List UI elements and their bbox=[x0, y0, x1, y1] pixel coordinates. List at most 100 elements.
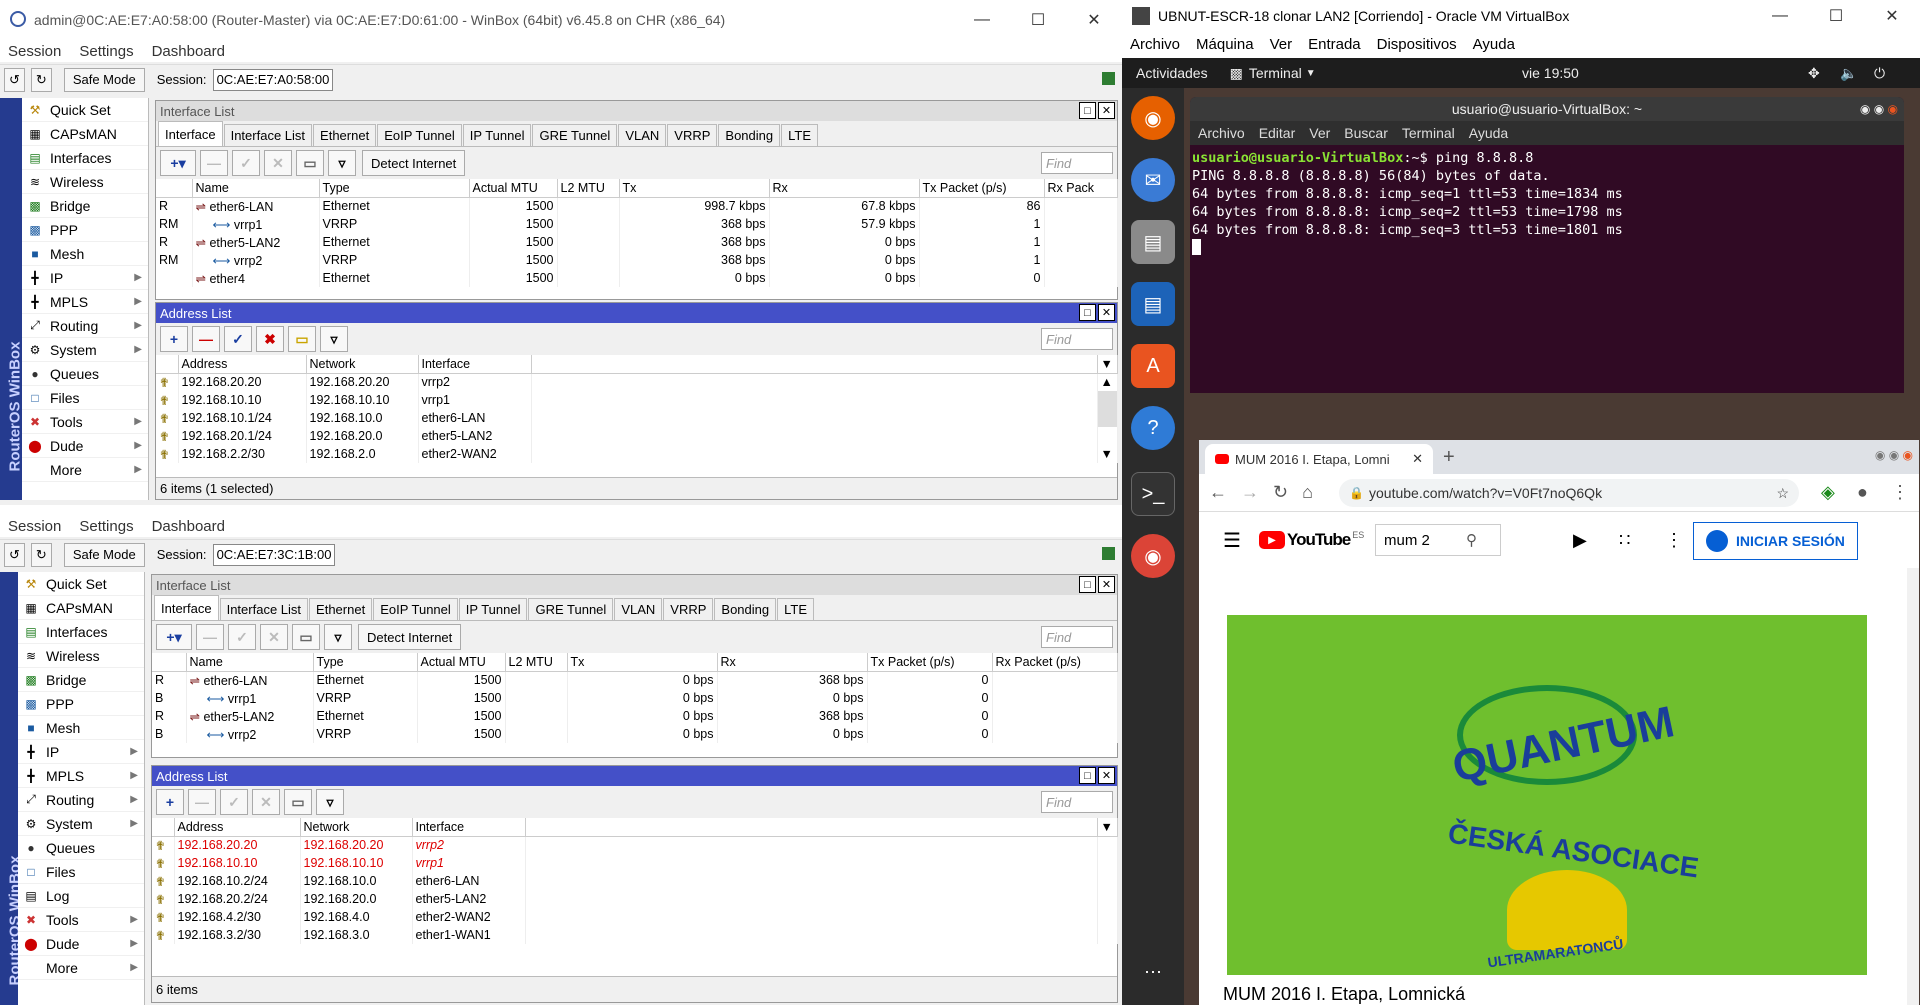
nav-mpls[interactable]: ╋ MPLS ▶ bbox=[18, 764, 144, 788]
nav-system[interactable]: ⚙ System ▶ bbox=[18, 812, 144, 836]
col-network[interactable]: Network bbox=[306, 355, 419, 374]
col-interface[interactable]: Interface bbox=[412, 818, 526, 837]
nav-ppp[interactable]: ▩ PPP bbox=[18, 692, 144, 716]
tab-interface-list[interactable]: Interface List bbox=[223, 124, 313, 146]
close-icon[interactable]: ✕ bbox=[1098, 102, 1115, 119]
filter-icon[interactable]: ▿ bbox=[324, 624, 352, 650]
menu-session[interactable]: Session bbox=[8, 43, 61, 60]
col-l2-mtu[interactable]: L2 MTU bbox=[557, 179, 620, 198]
sign-in-button[interactable]: INICIAR SESIÓN bbox=[1693, 522, 1858, 560]
tab-vrrp[interactable]: VRRP bbox=[663, 598, 714, 620]
profile-icon[interactable]: ● bbox=[1857, 482, 1868, 503]
col-type[interactable]: Type bbox=[319, 179, 470, 198]
nav-files[interactable]: □ Files bbox=[22, 386, 148, 410]
filter-icon[interactable]: ▿ bbox=[328, 150, 356, 176]
find-input[interactable]: Find bbox=[1041, 626, 1113, 648]
bookmark-star-icon[interactable]: ☆ bbox=[1776, 485, 1789, 502]
col-tx-packet[interactable]: Tx Packet (p/s) bbox=[919, 179, 1045, 198]
vbox-menu-ver[interactable]: Ver bbox=[1270, 36, 1293, 53]
find-input[interactable]: Find bbox=[1041, 152, 1113, 174]
scroll-up-icon[interactable]: ▲ bbox=[1097, 373, 1118, 391]
add-icon[interactable]: + bbox=[156, 789, 184, 815]
nav-ppp[interactable]: ▩ PPP bbox=[22, 218, 148, 242]
reload-icon[interactable]: ↻ bbox=[1273, 482, 1288, 503]
restore-icon[interactable]: □ bbox=[1079, 576, 1096, 593]
table-row[interactable]: ⇌ ether4 Ethernet 1500 0 bps 0 bps 0 bbox=[156, 269, 1118, 287]
table-row[interactable]: ✟ 192.168.20.20 192.168.20.20 vrrp2 bbox=[152, 836, 1118, 854]
menu-dashboard[interactable]: Dashboard bbox=[152, 518, 225, 535]
video-title[interactable]: MUM 2016 I. Etapa, Lomnická bbox=[1223, 984, 1465, 1005]
comment-icon[interactable]: ▭ bbox=[292, 624, 320, 650]
scrollbar[interactable] bbox=[1097, 391, 1118, 409]
close-icon[interactable]: ✕ bbox=[1098, 576, 1115, 593]
chrome-window-controls[interactable]: ◉ ◉ ◉ bbox=[1875, 448, 1913, 462]
nav-quick-set[interactable]: ⚒ Quick Set bbox=[18, 572, 144, 596]
tab-eoip-tunnel[interactable]: EoIP Tunnel bbox=[377, 124, 462, 146]
tab-close-icon[interactable]: ✕ bbox=[1412, 451, 1423, 467]
col-interface[interactable]: Interface bbox=[418, 355, 532, 374]
scroll-down-icon[interactable]: ▼ bbox=[1097, 445, 1118, 463]
enable-check-icon[interactable]: ✓ bbox=[232, 150, 260, 176]
col-address[interactable]: Address bbox=[174, 818, 301, 837]
remove-icon[interactable]: — bbox=[192, 326, 220, 352]
nav-quick-set[interactable]: ⚒ Quick Set bbox=[22, 98, 148, 122]
nav-files[interactable]: □ Files bbox=[18, 860, 144, 884]
terminal-icon[interactable]: >_ bbox=[1131, 472, 1175, 516]
safe-mode-button[interactable]: Safe Mode bbox=[63, 542, 145, 567]
tab-ip-tunnel[interactable]: IP Tunnel bbox=[458, 598, 528, 620]
find-input[interactable]: Find bbox=[1041, 791, 1113, 813]
nav-tools[interactable]: ✖ Tools ▶ bbox=[22, 410, 148, 434]
tab-bonding[interactable]: Bonding bbox=[718, 124, 781, 146]
forward-icon[interactable]: → bbox=[1241, 482, 1259, 503]
undo-button[interactable]: ↺ bbox=[4, 67, 25, 92]
table-row[interactable]: B ⟷ vrrp2 VRRP 1500 0 bps 0 bps 0 bbox=[152, 725, 1118, 743]
tab-lte[interactable]: LTE bbox=[777, 598, 815, 620]
tab-vrrp[interactable]: VRRP bbox=[667, 124, 718, 146]
add-icon[interactable]: +▾ bbox=[160, 150, 196, 176]
table-row[interactable]: R ⇌ ether5-LAN2 Ethernet 1500 368 bps 0 bps 1 bbox=[156, 233, 1118, 251]
close-icon[interactable]: ✕ bbox=[1098, 767, 1115, 784]
tab-bonding[interactable]: Bonding bbox=[714, 598, 777, 620]
chrome-icon[interactable]: ◉ bbox=[1131, 534, 1175, 578]
nav-ip[interactable]: ╋ IP ▶ bbox=[18, 740, 144, 764]
nav-more[interactable]: More ▶ bbox=[22, 458, 148, 482]
tab-gre-tunnel[interactable]: GRE Tunnel bbox=[532, 124, 618, 146]
close-button[interactable]: ✕ bbox=[1066, 0, 1122, 40]
table-row[interactable]: R ⇌ ether6-LAN Ethernet 1500 0 bps 368 bps 0 bbox=[152, 671, 1118, 689]
menu-session[interactable]: Session bbox=[8, 518, 61, 535]
power-icon[interactable]: ⏻ bbox=[1874, 65, 1885, 82]
column-menu-icon[interactable]: ▼ bbox=[1097, 818, 1118, 837]
hamburger-menu-icon[interactable]: ☰ bbox=[1223, 528, 1241, 553]
table-row[interactable]: B ⟷ vrrp1 VRRP 1500 0 bps 0 bps 0 bbox=[152, 689, 1118, 707]
vbox-menu-entrada[interactable]: Entrada bbox=[1308, 36, 1361, 53]
restore-icon[interactable]: □ bbox=[1079, 102, 1096, 119]
enable-check-icon[interactable]: ✓ bbox=[228, 624, 256, 650]
nav-bridge[interactable]: ▩ Bridge bbox=[18, 668, 144, 692]
tab-gre-tunnel[interactable]: GRE Tunnel bbox=[528, 598, 614, 620]
table-row[interactable]: ✟ 192.168.3.2/30 192.168.3.0 ether1-WAN1 bbox=[152, 926, 1118, 944]
col-name[interactable]: Name bbox=[186, 653, 314, 672]
table-row[interactable]: R ⇌ ether5-LAN2 Ethernet 1500 0 bps 368 bps 0 bbox=[152, 707, 1118, 725]
tab-interface[interactable]: Interface bbox=[154, 595, 219, 620]
minimize-button[interactable]: — bbox=[1752, 0, 1808, 32]
youtube-logo[interactable]: ▶ YouTube ES bbox=[1259, 530, 1364, 550]
vbox-menu-ayuda[interactable]: Ayuda bbox=[1473, 36, 1515, 53]
table-row[interactable]: ✟ 192.168.10.1/24 192.168.10.0 ether6-LAN bbox=[156, 409, 1118, 427]
col-rx-packet[interactable]: Rx Pack bbox=[1044, 179, 1118, 198]
table-row[interactable]: R ⇌ ether6-LAN Ethernet 1500 998.7 kbps 67.8 … bbox=[156, 197, 1118, 215]
disable-x-icon[interactable]: ✕ bbox=[252, 789, 280, 815]
chrome-tab[interactable]: MUM 2016 I. Etapa, Lomni ✕ bbox=[1205, 444, 1433, 474]
restore-icon[interactable]: □ bbox=[1079, 304, 1096, 321]
col-type[interactable]: Type bbox=[313, 653, 418, 672]
page-scrollbar[interactable] bbox=[1907, 568, 1919, 1005]
clock[interactable]: vie 19:50 bbox=[1522, 65, 1579, 81]
filter-icon[interactable]: ▿ bbox=[320, 326, 348, 352]
vbox-menu-dispositivos[interactable]: Dispositivos bbox=[1377, 36, 1457, 53]
home-icon[interactable]: ⌂ bbox=[1302, 482, 1313, 503]
nav-more[interactable]: More ▶ bbox=[18, 956, 144, 980]
filter-icon[interactable]: ▿ bbox=[316, 789, 344, 815]
col-tx[interactable]: Tx bbox=[619, 179, 770, 198]
table-row[interactable]: ✟ 192.168.10.10 192.168.10.10 vrrp1 bbox=[156, 391, 1118, 409]
redo-button[interactable]: ↻ bbox=[30, 67, 52, 92]
table-row[interactable]: RM ⟷ vrrp1 VRRP 1500 368 bps 57.9 kbps 1 bbox=[156, 215, 1118, 233]
